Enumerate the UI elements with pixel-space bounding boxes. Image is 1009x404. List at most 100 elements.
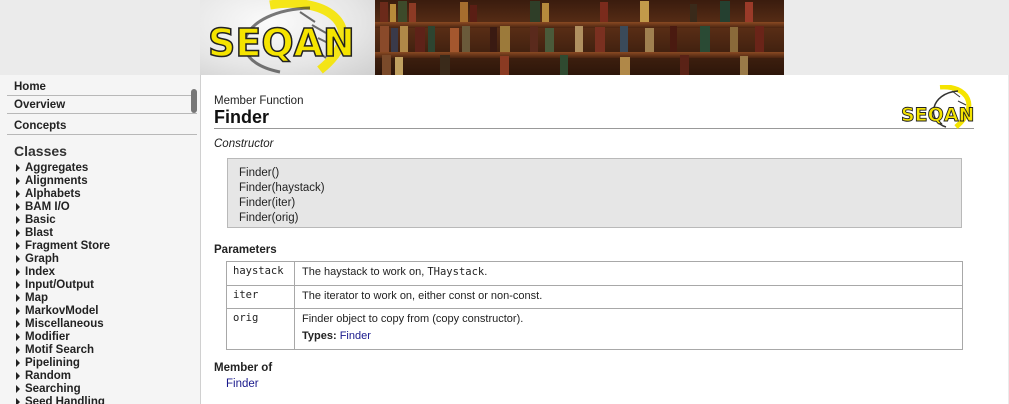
table-row: haystack The haystack to work on, THayst… — [226, 261, 963, 286]
sidebar-class-item[interactable]: Modifier — [16, 330, 200, 343]
member-of-heading: Member of — [214, 362, 273, 374]
seqan-small-logo: SEQAN — [900, 84, 975, 129]
sidebar-class-label: Miscellaneous — [25, 317, 104, 330]
seqan-logo[interactable]: SEQAN — [200, 0, 375, 75]
param-name: iter — [226, 285, 295, 309]
expand-triangle-icon[interactable] — [16, 293, 20, 302]
sidebar-class-item[interactable]: Pipelining — [16, 356, 200, 369]
sidebar-class-label: Modifier — [25, 330, 70, 343]
sidebar-class-item[interactable]: Miscellaneous — [16, 317, 200, 330]
signature-line: Finder(orig) — [239, 212, 299, 224]
sidebar-class-label: Input/Output — [25, 278, 94, 291]
sidebar-class-label: Graph — [25, 252, 59, 265]
sidebar-class-item[interactable]: Searching — [16, 382, 200, 395]
classes-heading: Classes — [14, 143, 67, 159]
expand-triangle-icon[interactable] — [16, 280, 20, 289]
small-logo-text: SEQAN — [901, 104, 974, 126]
sidebar-class-item[interactable]: Fragment Store — [16, 239, 200, 252]
sidebar-class-item[interactable]: Seed Handling — [16, 395, 200, 404]
expand-triangle-icon[interactable] — [16, 306, 20, 315]
signature-line: Finder(haystack) — [239, 182, 325, 194]
expand-triangle-icon[interactable] — [16, 371, 20, 380]
sidebar: Home Overview Concepts Classes Aggregate… — [0, 75, 201, 404]
sidebar-class-label: Map — [25, 291, 48, 304]
param-type-code: THaystack — [427, 266, 485, 278]
sidebar-class-label: Index — [25, 265, 56, 278]
sidebar-class-label: Random — [25, 369, 71, 382]
sidebar-class-label: Pipelining — [25, 356, 80, 369]
sidebar-class-item[interactable]: Blast — [16, 226, 200, 239]
sidebar-class-label: Blast — [25, 226, 54, 239]
parameters-table: haystack The haystack to work on, THayst… — [226, 261, 963, 350]
signature-box: Finder() Finder(haystack) Finder(iter) F… — [227, 158, 962, 228]
types-line: Types: Finder — [302, 330, 955, 342]
types-label: Types: — [302, 330, 337, 342]
member-of-link-finder[interactable]: Finder — [226, 378, 259, 390]
main-content: Member Function Finder SEQAN Constructor… — [201, 75, 1008, 404]
sidebar-class-item[interactable]: Motif Search — [16, 343, 200, 356]
expand-triangle-icon[interactable] — [16, 202, 20, 211]
param-desc-text: Finder object to copy from (copy constru… — [302, 313, 524, 325]
sidebar-link-concepts[interactable]: Concepts — [7, 117, 197, 135]
expand-triangle-icon[interactable] — [16, 358, 20, 367]
sidebar-class-item[interactable]: Graph — [16, 252, 200, 265]
expand-triangle-icon[interactable] — [16, 319, 20, 328]
param-desc: The iterator to work on, either const or… — [294, 285, 963, 309]
sidebar-class-label: Alignments — [25, 174, 88, 187]
sidebar-class-item[interactable]: Alignments — [16, 174, 200, 187]
header-banner: SEQAN — [200, 0, 784, 75]
sidebar-class-item[interactable]: Basic — [16, 213, 200, 226]
expand-triangle-icon[interactable] — [16, 176, 20, 185]
sidebar-scrollbar[interactable] — [191, 89, 197, 113]
sidebar-class-item[interactable]: Index — [16, 265, 200, 278]
expand-triangle-icon[interactable] — [16, 189, 20, 198]
param-name: orig — [226, 308, 295, 350]
parameters-heading: Parameters — [214, 244, 277, 256]
sidebar-class-label: Alphabets — [25, 187, 81, 200]
param-desc: The haystack to work on, THaystack. — [294, 261, 963, 286]
param-name: haystack — [226, 261, 295, 286]
constructor-label: Constructor — [214, 138, 274, 150]
page-title: Finder — [214, 107, 270, 127]
sidebar-class-item[interactable]: Map — [16, 291, 200, 304]
sidebar-class-item[interactable]: Input/Output — [16, 278, 200, 291]
types-link-finder[interactable]: Finder — [340, 330, 371, 342]
expand-triangle-icon[interactable] — [16, 215, 20, 224]
sidebar-class-item[interactable]: MarkovModel — [16, 304, 200, 317]
sidebar-class-item[interactable]: Alphabets — [16, 187, 200, 200]
sidebar-class-label: Motif Search — [25, 343, 95, 356]
entity-kind: Member Function — [214, 95, 304, 107]
expand-triangle-icon[interactable] — [16, 332, 20, 341]
sidebar-class-label: Seed Handling — [25, 395, 105, 404]
sidebar-link-home[interactable]: Home — [7, 78, 197, 96]
expand-triangle-icon[interactable] — [16, 241, 20, 250]
param-desc-suffix: . — [484, 266, 488, 278]
sidebar-class-item[interactable]: BAM I/O — [16, 200, 200, 213]
sidebar-class-label: Fragment Store — [25, 239, 110, 252]
expand-triangle-icon[interactable] — [16, 267, 20, 276]
sidebar-class-label: MarkovModel — [25, 304, 99, 317]
expand-triangle-icon[interactable] — [16, 384, 20, 393]
expand-triangle-icon[interactable] — [16, 228, 20, 237]
sidebar-class-item[interactable]: Aggregates — [16, 161, 200, 174]
param-desc: Finder object to copy from (copy constru… — [294, 308, 963, 350]
expand-triangle-icon[interactable] — [16, 345, 20, 354]
param-desc-text: The iterator to work on, either const or… — [302, 290, 543, 302]
signature-line: Finder(iter) — [239, 197, 296, 209]
signature-line: Finder() — [239, 167, 280, 179]
expand-triangle-icon[interactable] — [16, 254, 20, 263]
table-row: orig Finder object to copy from (copy co… — [226, 308, 963, 350]
class-list: Aggregates Alignments Alphabets BAM I/O Basi… — [0, 161, 200, 404]
table-row: iter The iterator to work on, either con… — [226, 285, 963, 309]
sidebar-link-overview[interactable]: Overview — [7, 96, 197, 114]
param-desc-text: The haystack to work on, — [302, 266, 428, 278]
sidebar-class-label: Aggregates — [25, 161, 89, 174]
expand-triangle-icon[interactable] — [16, 163, 20, 172]
title-block: Member Function Finder — [214, 95, 974, 129]
expand-triangle-icon[interactable] — [16, 397, 20, 404]
sidebar-class-label: BAM I/O — [25, 200, 70, 213]
sidebar-class-item[interactable]: Random — [16, 369, 200, 382]
logo-text: SEQAN — [208, 21, 355, 65]
sidebar-class-label: Basic — [25, 213, 56, 226]
sidebar-class-label: Searching — [25, 382, 81, 395]
